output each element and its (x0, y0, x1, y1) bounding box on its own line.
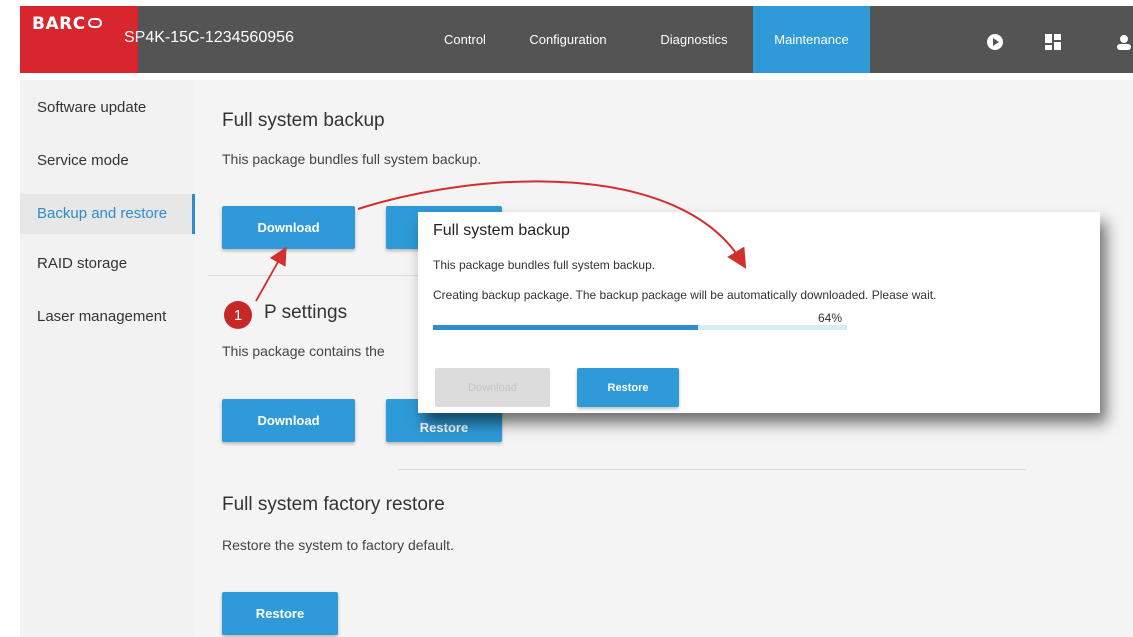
annotation-arrows (255, 180, 747, 302)
curved-arrow-to-dialog (357, 180, 747, 269)
callout-badge: 1 (224, 301, 252, 329)
callout-arrow-to-download (255, 246, 287, 302)
